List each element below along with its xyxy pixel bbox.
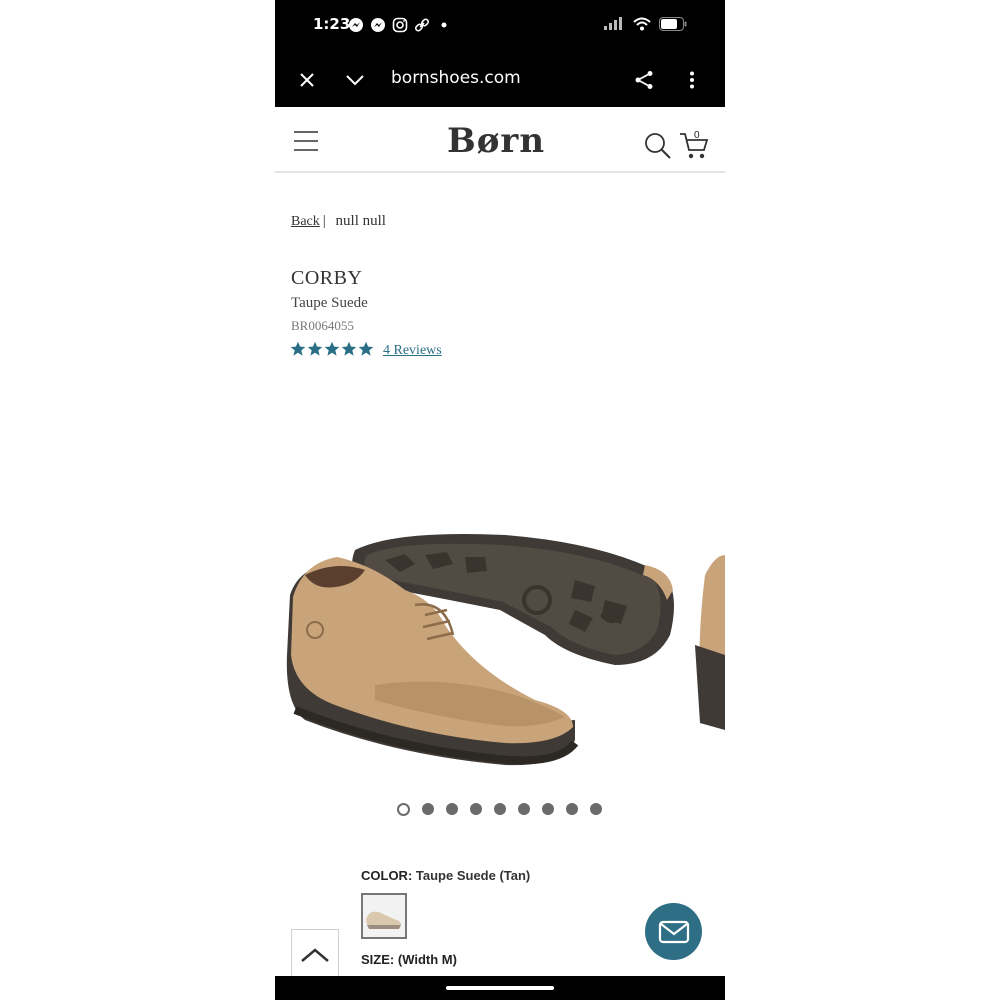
messenger-icon bbox=[371, 18, 385, 32]
reviews-link[interactable]: 4 Reviews bbox=[383, 343, 442, 359]
chevron-down-icon bbox=[346, 75, 364, 86]
notification-icons bbox=[348, 17, 452, 33]
product-sku: BR0064055 bbox=[291, 318, 354, 333]
browser-menu-button[interactable] bbox=[678, 66, 706, 94]
url-text[interactable]: bornshoes.com bbox=[391, 68, 521, 88]
status-bar: 1:23 bbox=[275, 0, 725, 52]
home-bar bbox=[275, 976, 725, 1000]
battery-icon bbox=[659, 17, 687, 31]
collapse-button[interactable] bbox=[341, 66, 369, 94]
star-icon bbox=[324, 341, 340, 356]
swatch-shoe-thumbnail bbox=[366, 911, 401, 929]
wifi-icon bbox=[633, 17, 651, 31]
more-vertical-icon bbox=[690, 71, 694, 89]
breadcrumb-path: null null bbox=[335, 213, 386, 229]
size-value: (Width M) bbox=[397, 952, 457, 967]
link-icon bbox=[414, 18, 430, 32]
chevron-up-icon bbox=[301, 948, 329, 962]
site-logo[interactable]: Børn bbox=[447, 121, 545, 161]
carousel-dot[interactable] bbox=[590, 803, 602, 815]
size-label-text: SIZE: bbox=[361, 952, 395, 967]
product-image-carousel[interactable] bbox=[275, 505, 725, 790]
status-time: 1:23 bbox=[313, 15, 351, 33]
breadcrumb-separator: | bbox=[322, 213, 326, 229]
breadcrumb: Back | null null bbox=[291, 213, 386, 230]
product-color-name: Taupe Suede bbox=[291, 295, 368, 311]
site-header: Børn bbox=[275, 107, 725, 173]
back-link[interactable]: Back bbox=[291, 214, 320, 229]
messenger-icon bbox=[349, 18, 363, 32]
color-value: Taupe Suede (Tan) bbox=[415, 868, 531, 883]
carousel-pagination bbox=[397, 803, 602, 816]
size-option-label: SIZE: (Width M) bbox=[361, 952, 457, 967]
signal-icon bbox=[604, 17, 622, 30]
color-swatch-taupe[interactable] bbox=[361, 893, 407, 939]
contact-button[interactable] bbox=[645, 903, 702, 960]
search-button[interactable] bbox=[644, 132, 672, 165]
menu-button[interactable] bbox=[294, 131, 318, 156]
product-image bbox=[286, 534, 725, 766]
browser-toolbar: bornshoes.com bbox=[275, 52, 725, 107]
carousel-dot[interactable] bbox=[518, 803, 530, 815]
scroll-to-top-button[interactable] bbox=[291, 929, 339, 981]
phone-screen: 1:23 bornshoes.com Børn 0 Back | null nu… bbox=[275, 0, 725, 1000]
home-indicator[interactable] bbox=[446, 986, 554, 990]
star-icon bbox=[358, 341, 374, 356]
dot-icon bbox=[441, 22, 447, 28]
system-icons bbox=[603, 17, 687, 31]
next-slide-peek bbox=[695, 555, 725, 730]
star-icon bbox=[341, 341, 357, 356]
star-icon bbox=[290, 341, 306, 356]
rating-stars[interactable] bbox=[290, 341, 374, 357]
product-name: CORBY bbox=[291, 267, 363, 289]
search-icon bbox=[645, 133, 671, 159]
carousel-dot[interactable] bbox=[422, 803, 434, 815]
carousel-dot[interactable] bbox=[566, 803, 578, 815]
carousel-dot[interactable] bbox=[470, 803, 482, 815]
close-tab-button[interactable] bbox=[293, 66, 321, 94]
envelope-icon bbox=[658, 920, 689, 943]
carousel-dot[interactable] bbox=[397, 803, 410, 816]
instagram-icon bbox=[392, 17, 408, 33]
carousel-dot[interactable] bbox=[494, 803, 506, 815]
share-button[interactable] bbox=[630, 66, 658, 94]
hamburger-icon bbox=[294, 131, 318, 151]
share-icon bbox=[635, 71, 653, 89]
carousel-dot[interactable] bbox=[446, 803, 458, 815]
color-label-text: COLOR: bbox=[361, 868, 413, 883]
color-option-label: COLOR: Taupe Suede (Tan) bbox=[361, 868, 530, 883]
cart-count: 0 bbox=[694, 130, 700, 141]
close-icon bbox=[300, 73, 314, 87]
carousel-dot[interactable] bbox=[542, 803, 554, 815]
star-icon bbox=[307, 341, 323, 356]
